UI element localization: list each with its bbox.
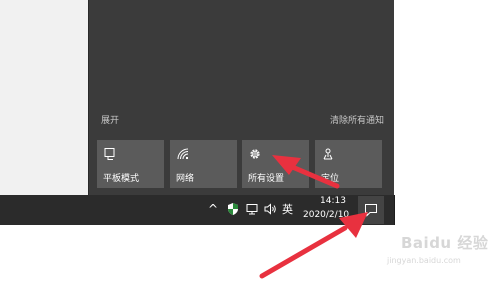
volume-icon[interactable] <box>263 201 277 215</box>
tile-label: 所有设置 <box>248 174 285 184</box>
action-center-panel: 展开 清除所有通知 平板模式 网络 所有设置 定位 <box>89 0 394 195</box>
quick-action-location[interactable]: 定位 <box>315 140 382 188</box>
clock-date[interactable]: 2020/2/10 <box>303 210 357 220</box>
baidu-jingyan-watermark: Baidu 经验 jingyan.baidu.com <box>385 228 495 272</box>
expand-link[interactable]: 展开 <box>101 113 119 126</box>
screenshot: 展开 清除所有通知 平板模式 网络 所有设置 定位 ^ 英 14:13 2020… <box>0 0 500 282</box>
tile-label: 定位 <box>321 174 340 184</box>
show-hidden-icons-chevron-icon[interactable]: ^ <box>207 199 219 219</box>
gear-icon <box>248 146 262 160</box>
quick-action-all-settings[interactable]: 所有设置 <box>242 140 309 188</box>
tablet-mode-icon <box>103 146 117 160</box>
clock-time[interactable]: 14:13 <box>308 196 358 206</box>
watermark-brand: Baidu 经验 <box>401 234 489 252</box>
desktop-background <box>0 0 89 195</box>
location-icon <box>321 146 335 160</box>
tile-label: 平板模式 <box>103 174 140 184</box>
taskbar-edge <box>394 195 395 225</box>
action-center-button[interactable] <box>358 196 384 224</box>
quick-action-network[interactable]: 网络 <box>170 140 237 188</box>
tile-label: 网络 <box>176 174 195 184</box>
network-icon <box>176 146 190 160</box>
quick-action-tablet-mode[interactable]: 平板模式 <box>97 140 164 188</box>
clear-all-notifications-link[interactable]: 清除所有通知 <box>330 113 384 126</box>
network-tray-icon[interactable] <box>245 201 259 215</box>
watermark-url: jingyan.baidu.com <box>387 256 461 265</box>
security-shield-icon[interactable] <box>226 201 240 215</box>
input-method-indicator[interactable]: 英 <box>282 201 293 217</box>
notification-icon <box>365 204 377 217</box>
